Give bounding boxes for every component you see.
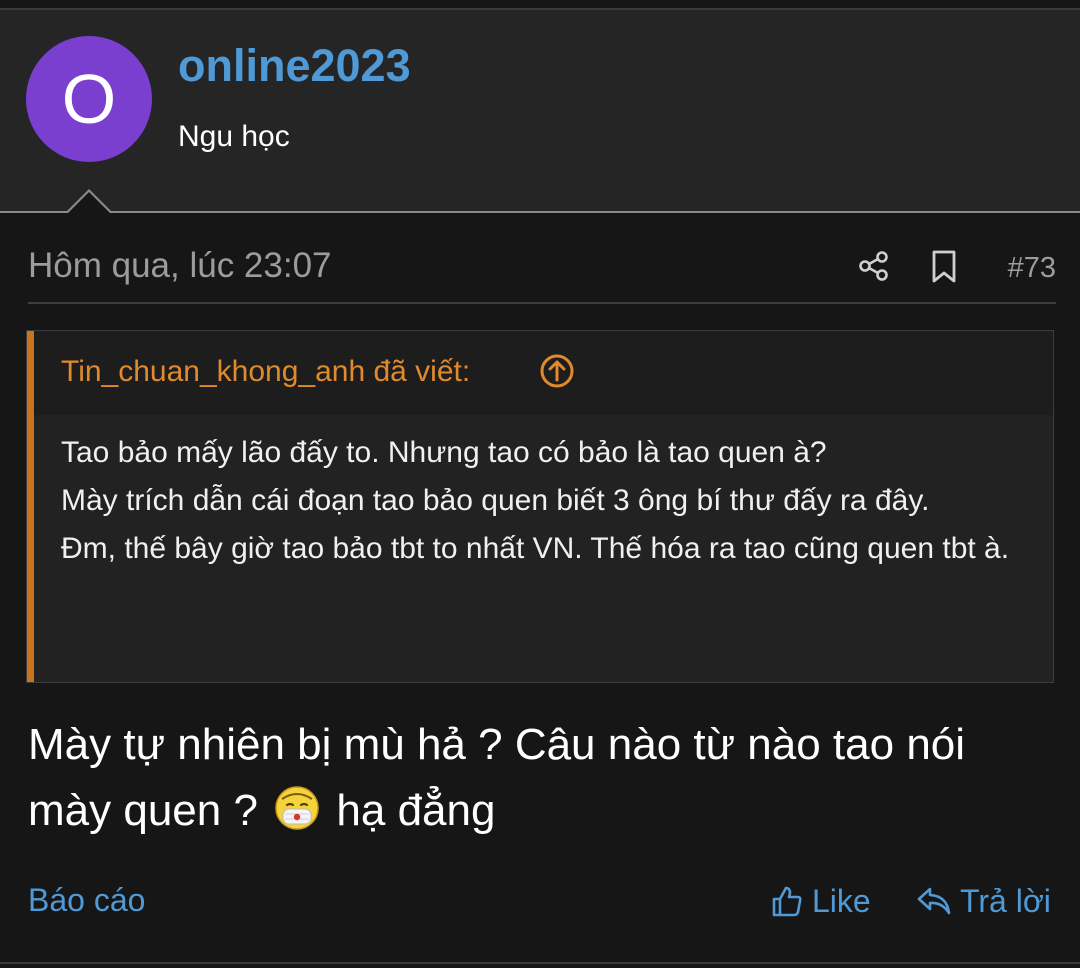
quote-line: Tao bảo mấy lão đấy to. Nhưng tao có bảo… [61,436,827,469]
post-meta: Hôm qua, lúc 23:07 #73 [28,244,1056,304]
thumbs-up-icon [772,886,802,917]
quote-block: Tin_chuan_khong_anh đã viết: Tao bảo mấy… [26,330,1054,683]
post-number[interactable]: #73 [1008,252,1056,285]
pointer-arrow-inner [68,192,110,213]
user-header: O online2023 Ngu học [0,10,1080,212]
message-text: Mày tự nhiên bị mù hả ? Câu nào từ nào t… [28,720,966,835]
quote-accent-bar [27,331,34,682]
post-timestamp[interactable]: Hôm qua, lúc 23:07 [28,246,332,286]
report-link[interactable]: Báo cáo [28,882,145,919]
quote-body: Tao bảo mấy lão đấy to. Nhưng tao có bảo… [61,429,1021,573]
reply-arrow-icon [917,887,951,915]
post-message: Mày tự nhiên bị mù hả ? Câu nào từ nào t… [28,712,1048,844]
bookmark-icon[interactable] [931,250,957,284]
like-label: Like [812,882,871,919]
reply-button[interactable]: Trả lời [916,878,1051,924]
post-actions: Báo cáo Like Trả lời [28,878,1054,926]
message-text-end: hạ đẳng [336,786,496,835]
reply-label: Trả lời [960,882,1051,919]
user-title: Ngu học [178,120,290,153]
like-button[interactable]: Like [770,878,871,924]
share-icon[interactable] [858,250,890,282]
quote-line: Mày trích dẫn cái đoạn tao bảo quen biết… [61,484,930,517]
quote-line: Đm, thế bây giờ tao bảo tbt to nhất VN. … [61,532,1010,565]
top-strip [0,0,1080,8]
quote-author-link[interactable]: Tin_chuan_khong_anh đã viết: [61,355,470,389]
avatar[interactable]: O [26,36,152,162]
username-link[interactable]: online2023 [178,40,411,92]
bottom-divider [0,962,1080,964]
header-divider [0,211,1080,213]
arrow-up-circle-icon[interactable] [539,353,575,389]
masked-face-emoji-icon [275,786,319,830]
quote-header: Tin_chuan_khong_anh đã viết: [34,331,1053,415]
